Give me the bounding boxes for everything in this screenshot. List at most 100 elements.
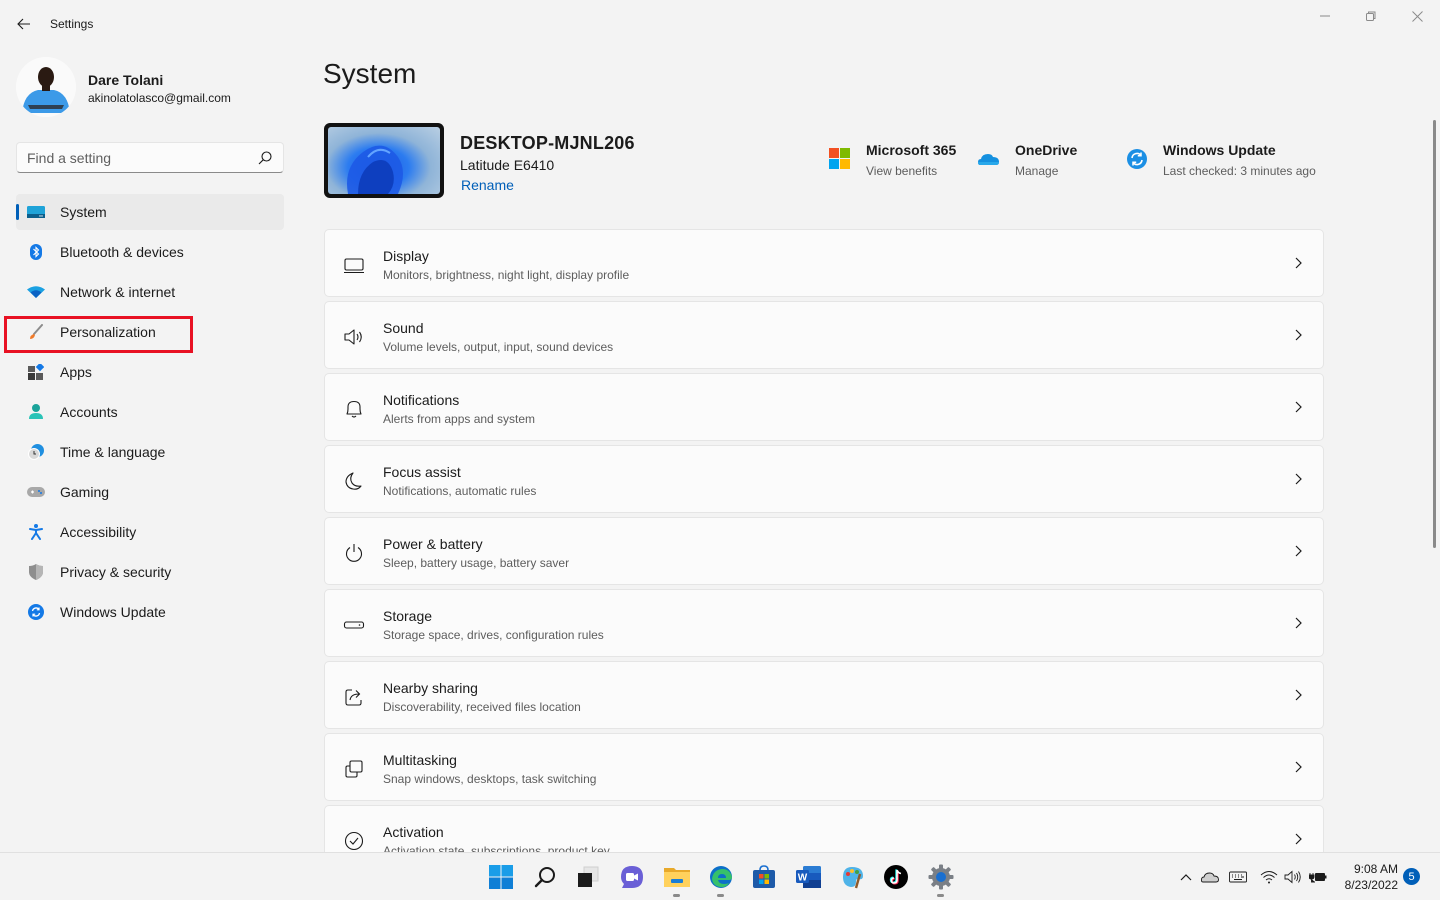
sidebar-item-bluetooth[interactable]: Bluetooth & devices [16, 234, 284, 270]
tray-touch-keyboard[interactable] [1228, 867, 1248, 887]
sidebar-item-gaming[interactable]: Gaming [16, 474, 284, 510]
sidebar-item-apps[interactable]: Apps [16, 354, 284, 390]
user-profile[interactable]: Dare Tolani akinolatolasco@gmail.com [16, 57, 296, 117]
avatar [16, 57, 76, 117]
vertical-scrollbar[interactable] [1433, 120, 1436, 548]
sidebar-item-label: Time & language [60, 444, 166, 460]
taskbar-start-button[interactable] [485, 861, 517, 893]
onedrive-cloud-icon [978, 154, 999, 165]
tiktok-icon [884, 865, 908, 889]
minimize-button[interactable] [1302, 0, 1348, 32]
shield-icon [26, 564, 46, 580]
taskbar-task-view-button[interactable] [572, 861, 604, 893]
laptop-icon [344, 258, 364, 274]
sidebar-item-label: System [60, 204, 107, 220]
windows-update-icon [1127, 149, 1147, 169]
restore-icon [1366, 11, 1376, 21]
sidebar-item-personalization[interactable]: Personalization [16, 314, 284, 350]
wifi-icon [26, 284, 46, 300]
card-title: Nearby sharing [383, 680, 478, 696]
paintbrush-icon [26, 324, 46, 340]
bloom-wallpaper-icon [347, 145, 403, 194]
tray-onedrive[interactable] [1200, 867, 1220, 887]
word-icon: W [796, 866, 821, 888]
search-icon[interactable] [257, 150, 273, 166]
person-icon [26, 404, 46, 420]
settings-card-multitasking[interactable]: Multitasking Snap windows, desktops, tas… [324, 733, 1324, 801]
sidebar-item-accounts[interactable]: Accounts [16, 394, 284, 430]
running-indicator [937, 894, 944, 897]
settings-card-power-battery[interactable]: Power & battery Sleep, battery usage, ba… [324, 517, 1324, 585]
taskbar-edge-button[interactable] [705, 861, 737, 897]
settings-card-nearby-sharing[interactable]: Nearby sharing Discoverability, received… [324, 661, 1324, 729]
settings-card-storage[interactable]: Storage Storage space, drives, configura… [324, 589, 1324, 657]
store-icon [753, 865, 775, 888]
sidebar-item-label: Privacy & security [60, 564, 172, 580]
taskbar-store-button[interactable] [748, 861, 780, 893]
search-input[interactable] [17, 143, 247, 172]
title-bar: Settings [0, 0, 1440, 48]
chevron-up-icon [1180, 874, 1192, 881]
taskbar-settings-button[interactable] [925, 861, 957, 897]
wallpaper-preview [328, 127, 440, 194]
maximize-button[interactable] [1348, 0, 1394, 32]
volume-icon [1284, 870, 1301, 884]
multitask-icon [345, 760, 363, 778]
minimize-icon [1320, 15, 1330, 17]
chevron-right-icon [1295, 329, 1302, 341]
settings-card-sound[interactable]: Sound Volume levels, output, input, soun… [324, 301, 1324, 369]
sidebar-item-label: Windows Update [60, 604, 166, 620]
card-title: Sound [383, 320, 424, 336]
windows-start-icon [489, 865, 513, 889]
globe-clock-icon [26, 444, 46, 460]
taskbar-chat-button[interactable] [616, 861, 648, 893]
sidebar-item-windows-update[interactable]: Windows Update [16, 594, 284, 630]
settings-card-notifications[interactable]: Notifications Alerts from apps and syste… [324, 373, 1324, 441]
check-circle-icon [344, 831, 364, 851]
chevron-right-icon [1295, 617, 1302, 629]
show-hidden-icons-button[interactable] [1176, 867, 1196, 887]
taskbar-tiktok-button[interactable] [880, 861, 912, 893]
card-title: Multitasking [383, 752, 457, 768]
running-indicator [673, 894, 680, 897]
taskbar-clock[interactable]: 9:08 AM 8/23/2022 [1336, 861, 1398, 893]
svg-text:W: W [798, 873, 808, 884]
tray-network[interactable] [1259, 867, 1279, 887]
chevron-right-icon [1295, 545, 1302, 557]
sidebar-item-accessibility[interactable]: Accessibility [16, 514, 284, 550]
onedrive-tray-icon [1201, 872, 1219, 883]
tray-volume[interactable] [1283, 867, 1303, 887]
sidebar-item-network[interactable]: Network & internet [16, 274, 284, 310]
device-model: Latitude E6410 [460, 157, 555, 173]
sidebar-item-system[interactable]: System [16, 194, 284, 230]
card-subtitle: Discoverability, received files location [383, 700, 581, 714]
settings-card-display[interactable]: Display Monitors, brightness, night ligh… [324, 229, 1324, 297]
card-subtitle: Storage space, drives, configuration rul… [383, 628, 604, 642]
rename-link[interactable]: Rename [461, 177, 514, 193]
clock-time: 9:08 AM [1353, 862, 1398, 876]
battery-charging-icon [1309, 873, 1327, 883]
chevron-right-icon [1295, 833, 1302, 845]
notification-count-badge[interactable]: 5 [1403, 868, 1420, 885]
card-title: Notifications [383, 392, 460, 408]
settings-card-activation[interactable]: Activation Activation state, subscriptio… [324, 805, 1324, 852]
arrow-left-icon [17, 18, 30, 30]
tray-battery[interactable] [1308, 867, 1328, 887]
settings-gear-icon [928, 864, 954, 890]
back-button[interactable] [12, 12, 36, 36]
quick-link-subtitle: Manage [1015, 164, 1059, 178]
taskbar-word-button[interactable]: W [793, 861, 825, 893]
quick-link-title: Microsoft 365 [866, 142, 957, 158]
taskbar-paint-button[interactable] [837, 861, 869, 893]
avatar-photo-icon [16, 57, 76, 117]
sidebar-item-time-language[interactable]: Time & language [16, 434, 284, 470]
speaker-icon [344, 329, 362, 345]
search-box[interactable] [16, 142, 284, 173]
settings-card-focus-assist[interactable]: Focus assist Notifications, automatic ru… [324, 445, 1324, 513]
apps-icon [26, 364, 46, 380]
close-button[interactable] [1394, 0, 1440, 32]
paint-icon [843, 867, 863, 889]
sidebar-item-privacy-security[interactable]: Privacy & security [16, 554, 284, 590]
taskbar-search-button[interactable] [529, 861, 561, 893]
taskbar-file-explorer-button[interactable] [661, 861, 693, 897]
